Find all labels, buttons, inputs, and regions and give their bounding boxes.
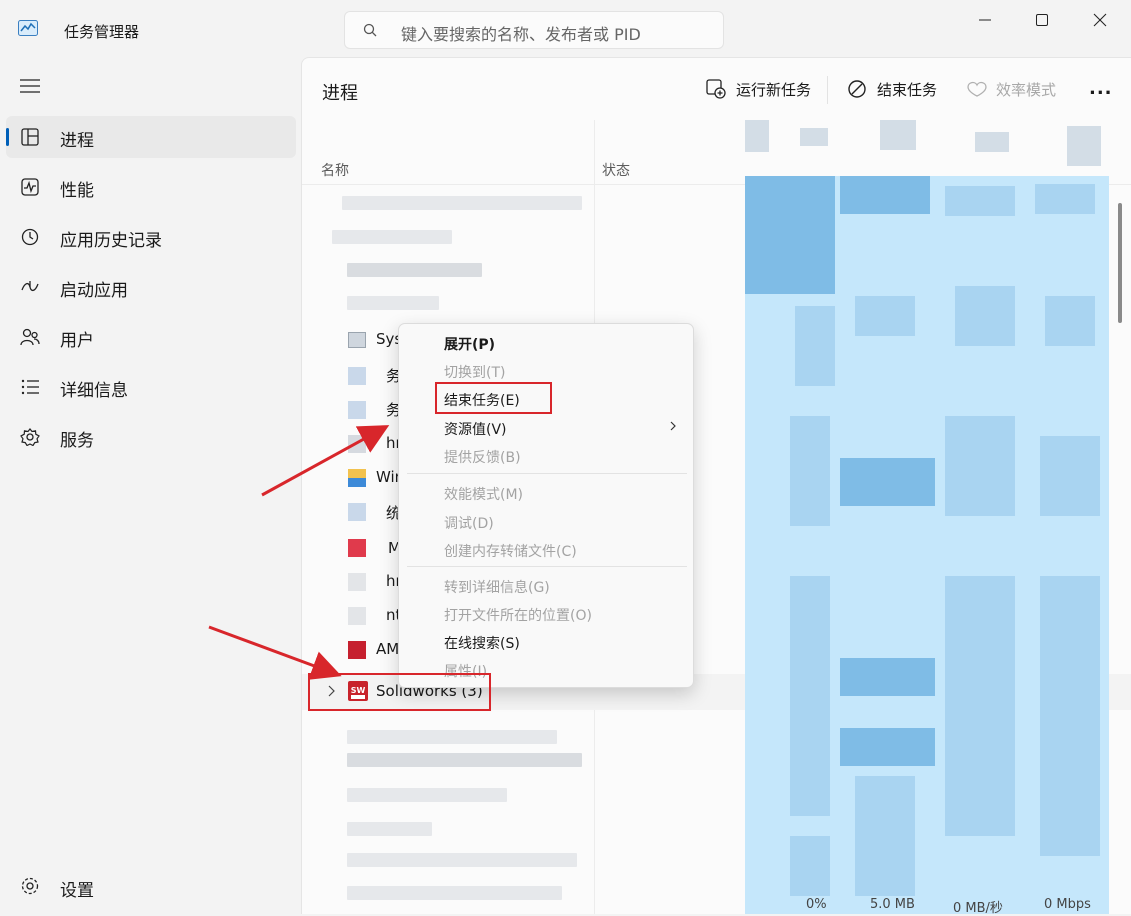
arrow-to-solidworks xyxy=(208,625,342,680)
cpu-value: 0% xyxy=(806,897,827,912)
network-value: 0 Mbps xyxy=(1044,897,1091,912)
arrow-to-end-task xyxy=(261,425,390,497)
memory-value: 5.0 MB xyxy=(870,897,915,912)
disk-value: 0 MB/秒 xyxy=(953,901,1003,916)
annotation-arrows xyxy=(208,425,390,680)
